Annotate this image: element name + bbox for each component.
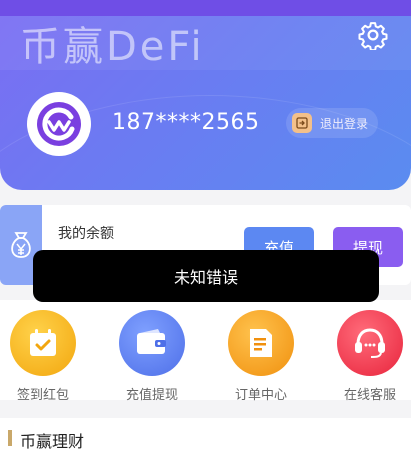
calendar-check-icon (10, 310, 76, 376)
logout-label: 退出登录 (320, 116, 369, 131)
document-icon (228, 310, 294, 376)
avatar[interactable] (27, 92, 91, 156)
app-page: 币赢DeFi 187****2565 退出登录 我的余额 充值 提现 签到红包 … (0, 0, 411, 459)
menu-item-support[interactable]: 在线客服 (315, 304, 411, 403)
logout-icon (292, 113, 312, 133)
profile-header: 币赢DeFi 187****2565 退出登录 (0, 0, 411, 190)
finance-section-header: 币赢理财 (0, 418, 411, 459)
headset-icon (337, 310, 403, 376)
menu-item-orders[interactable]: 订单中心 (206, 304, 316, 403)
menu-item-wallet[interactable]: 充值提现 (97, 304, 207, 403)
section-accent-bar (8, 430, 12, 446)
section-title: 币赢理财 (20, 432, 85, 451)
brand-title: 币赢DeFi (20, 24, 205, 70)
menu-item-label: 充值提现 (125, 388, 178, 403)
quick-menu: 签到红包 充值提现 订单中心 在线客服 (0, 300, 411, 403)
gear-icon[interactable] (358, 20, 388, 50)
menu-item-label: 在线客服 (343, 388, 396, 403)
user-phone: 187****2565 (112, 110, 260, 135)
balance-label: 我的余额 (58, 226, 114, 242)
menu-item-label: 签到红包 (16, 388, 69, 403)
money-bag-icon (11, 232, 31, 258)
wallet-icon (119, 310, 185, 376)
error-toast: 未知错误 (33, 250, 379, 302)
logout-button[interactable]: 退出登录 (286, 108, 378, 138)
logo-icon (37, 102, 81, 146)
menu-item-label: 订单中心 (234, 388, 287, 403)
menu-item-checkin[interactable]: 签到红包 (0, 304, 98, 403)
